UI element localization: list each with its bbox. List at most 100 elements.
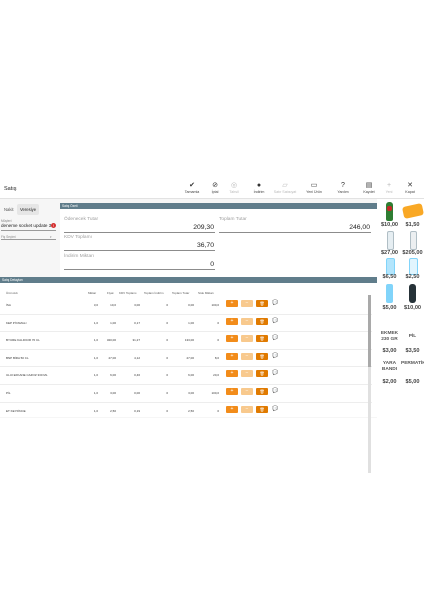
row-stock: 100,0 — [211, 391, 219, 395]
row-name: İSA — [6, 303, 11, 307]
yardim-button[interactable]: ? Yardım — [331, 182, 355, 195]
decrease-button[interactable]: − — [241, 352, 253, 360]
snack-icon — [401, 203, 424, 219]
col-miktar: Miktar — [88, 291, 97, 295]
note-icon[interactable]: 💬 — [272, 406, 278, 412]
col-toplam-tutar: Toplam Tutar — [172, 291, 190, 295]
summary-panel: Satış Özeti Ödenecek Tutar 209,30 Toplam… — [60, 203, 377, 277]
row-price: 2,50 — [110, 408, 116, 413]
increase-button[interactable]: + — [226, 352, 238, 360]
product-tile[interactable]: $10,00 — [401, 282, 424, 312]
row-stock: 20,0 — [213, 373, 219, 378]
row-disc: 0 — [166, 408, 168, 413]
table-row: BYURE KALDICIR 70 CL 1,0 320,00 31,27 0 … — [0, 331, 372, 350]
row-kdv: 31,27 — [132, 338, 140, 343]
col-toplam-indirim: Toplam İndirim — [144, 291, 164, 295]
delete-button[interactable]: 🗑 — [256, 335, 268, 343]
product-grid: $10,00 $1,50 $27,00 $205,00 $6,50 $2,50 … — [377, 199, 424, 418]
satir-satisiyat-button[interactable]: ▱ Satır Satısıyat — [273, 182, 297, 195]
row-name: ULUI EFKANE CAZOZ 330 ML — [6, 373, 48, 378]
tahsil-button[interactable]: ◎ Tahsil — [222, 182, 246, 195]
row-disc: 0 — [166, 338, 168, 343]
kdv-label: KDV Toplamı — [64, 235, 92, 240]
kapat-button[interactable]: ✕ Kapat — [398, 182, 422, 195]
product-tile[interactable]: $2,50 — [401, 257, 424, 282]
product-price: $3,00 — [382, 348, 397, 354]
note-icon[interactable]: 💬 — [272, 335, 278, 341]
decrease-button[interactable]: − — [241, 300, 253, 307]
col-fiyat: Fiyat — [107, 291, 114, 295]
delete-button[interactable]: 🗑 — [256, 388, 268, 395]
product-price: $5,00 — [382, 305, 397, 311]
decrease-button[interactable]: − — [241, 405, 253, 413]
tab-veresiye[interactable]: Veresiye — [17, 204, 40, 215]
table-row: BNP BİRA 50 CL 1,0 27,00 4,12 0 27,00 8,… — [0, 349, 372, 368]
product-tile[interactable]: EKMEK 230 GR $3,00 — [378, 331, 401, 359]
note-icon[interactable]: 💬 — [272, 353, 278, 359]
decrease-button[interactable]: − — [241, 335, 253, 343]
row-total: 3,00 — [188, 391, 194, 395]
row-name: PİL — [6, 391, 11, 395]
product-tile[interactable]: PİL $3,50 — [401, 331, 424, 359]
row-name: BYURE KALDICIR 70 CL — [6, 338, 40, 343]
delete-button[interactable]: 🗑 — [256, 317, 268, 325]
product-tile[interactable]: $6,50 — [378, 257, 401, 282]
details-table: İSA 3,0 10,0 3,00 0 0,00 100,0 + − 🗑 💬 K… — [0, 296, 372, 417]
details-panel: Satış Detayları Ürün Adı Miktar Fiyat KD… — [0, 277, 377, 473]
yeni-urun-button[interactable]: ▭ Yeni Ürün — [302, 182, 326, 195]
note-icon[interactable]: 💬 — [272, 388, 278, 394]
indirim-button[interactable]: ● İndirim — [247, 182, 271, 195]
table-row: İSA 3,0 10,0 3,00 0 0,00 100,0 + − 🗑 💬 — [0, 296, 372, 315]
scrollbar-thumb[interactable] — [368, 295, 371, 367]
increase-button[interactable]: + — [226, 370, 238, 378]
row-qty: 3,0 — [93, 303, 98, 307]
tab-nakit[interactable]: Nakit — [1, 204, 17, 215]
tamamla-button[interactable]: ✔ Tamamla — [180, 182, 204, 195]
decrease-button[interactable]: − — [241, 388, 253, 395]
row-kdv: 0,46 — [134, 373, 140, 378]
row-total: 1,00 — [188, 320, 194, 325]
row-qty: 1,0 — [93, 320, 98, 325]
product-tile[interactable]: $27,00 — [378, 229, 401, 257]
decrease-button[interactable]: − — [241, 317, 253, 325]
product-price: $1,50 — [405, 222, 420, 228]
customer-field[interactable]: deneme socket update 3 — [1, 223, 51, 228]
summary-title: Satış Özeti — [62, 204, 78, 208]
indirim-miktari-value: 0 — [210, 261, 214, 268]
col-urun-adi: Ürün Adı — [6, 291, 18, 295]
product-tile[interactable]: $1,50 — [401, 199, 424, 229]
page-title: Satış — [4, 186, 17, 192]
main-content: Nakit Veresiye Müşteri deneme socket upd… — [0, 199, 378, 473]
product-tile[interactable]: PERMATİK $5,00 — [401, 360, 424, 394]
decrease-button[interactable]: − — [241, 370, 253, 378]
table-scrollbar[interactable] — [368, 295, 371, 473]
product-price: $5,00 — [405, 379, 420, 385]
note-icon[interactable]: 💬 — [272, 370, 278, 376]
note-icon[interactable]: 💬 — [272, 318, 278, 324]
odenecek-value: 209,30 — [193, 224, 214, 231]
increase-button[interactable]: + — [226, 300, 238, 307]
delete-button[interactable]: 🗑 — [256, 352, 268, 360]
document-icon: ▭ — [310, 182, 318, 189]
delete-button[interactable]: 🗑 — [256, 370, 268, 378]
delete-button[interactable]: 🗑 — [256, 300, 268, 307]
product-price: $10,00 — [403, 305, 422, 311]
increase-button[interactable]: + — [226, 388, 238, 395]
product-price: $27,00 — [380, 250, 399, 256]
increase-button[interactable]: + — [226, 405, 238, 413]
row-total: 6,00 — [188, 373, 194, 378]
row-total: 2,50 — [188, 408, 194, 413]
row-qty: 1,0 — [93, 373, 98, 378]
top-toolbar: Satış ✔ Tamamla ⊘ İptal ◎ Tahsil ● İndir… — [0, 180, 424, 199]
indirim-underline — [64, 269, 215, 270]
product-tile[interactable]: $205,00 — [401, 229, 424, 257]
product-price: $205,00 — [402, 250, 423, 256]
product-tile[interactable]: $10,00 — [378, 199, 401, 229]
row-kdv: 0,19 — [134, 408, 140, 413]
product-tile[interactable]: $5,00 — [378, 282, 401, 312]
note-icon[interactable]: 💬 — [272, 300, 278, 306]
increase-button[interactable]: + — [226, 335, 238, 343]
increase-button[interactable]: + — [226, 317, 238, 325]
product-tile[interactable]: YARA BANDI $2,00 — [378, 360, 401, 394]
delete-button[interactable]: 🗑 — [256, 405, 268, 413]
